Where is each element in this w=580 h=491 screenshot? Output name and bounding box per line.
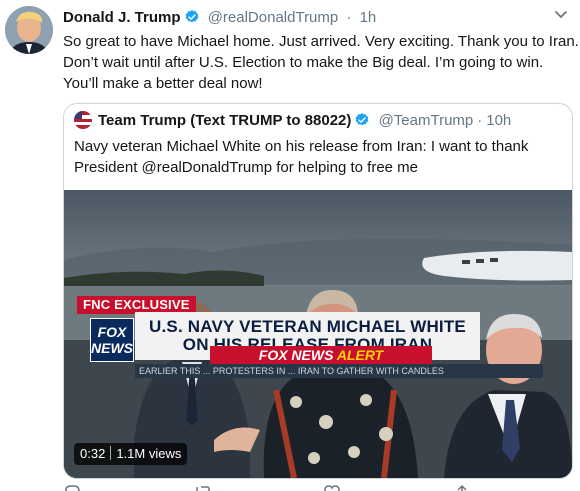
tweet-text: So great to have Michael home. Just arri… — [63, 31, 579, 94]
tweet-text-line: So great to have Michael home. Just arri… — [63, 33, 579, 50]
quoted-tweet-text: Navy veteran Michael White on his releas… — [74, 136, 564, 178]
fox-news-alert-banner: FOX NEWS ALERT — [210, 346, 432, 364]
quoted-text-line: President @realDonaldTrump for helping t… — [74, 159, 419, 176]
retweet-button[interactable] — [193, 484, 219, 491]
share-button[interactable] — [453, 484, 477, 491]
author-handle[interactable]: @realDonaldTrump — [208, 9, 339, 26]
quoted-tweet[interactable]: Team Trump (Text TRUMP to 88022) @TeamTr… — [63, 103, 573, 479]
tweet-actions — [63, 484, 563, 491]
retweet-icon — [193, 484, 219, 491]
alert-word: ALERT — [336, 347, 384, 363]
quoted-author-handle[interactable]: @TeamTrump — [379, 112, 474, 129]
fox-news-logo: FOX NEWS — [90, 318, 134, 362]
quoted-avatar — [74, 111, 92, 129]
timestamp[interactable]: 1h — [360, 9, 377, 26]
quoted-author-name[interactable]: Team Trump (Text TRUMP to 88022) — [98, 112, 351, 129]
reply-icon — [63, 484, 87, 491]
news-ticker: EARLIER THIS ... PROTESTERS IN ... IRAN … — [135, 364, 543, 378]
author-name[interactable]: Donald J. Trump — [63, 9, 181, 26]
quoted-timestamp[interactable]: 10h — [486, 112, 511, 129]
divider — [110, 446, 112, 460]
heart-icon — [323, 484, 347, 491]
separator-dot: · — [346, 9, 352, 26]
avatar[interactable] — [5, 6, 53, 54]
like-button[interactable] — [323, 484, 347, 491]
separator-dot: · — [477, 112, 483, 129]
tweet-text-line: You’ll make a better deal now! — [63, 75, 263, 92]
verified-badge-icon — [184, 9, 200, 31]
alert-prefix: FOX NEWS — [258, 347, 334, 363]
video-info-badge: 0:32 1.1M views — [74, 443, 188, 465]
chevron-down-icon[interactable] — [550, 6, 572, 24]
chyron-line: U.S. NAVY VETERAN MICHAEL WHITE — [149, 317, 466, 336]
verified-badge-icon — [354, 112, 370, 134]
quoted-tweet-header: Team Trump (Text TRUMP to 88022) @TeamTr… — [74, 111, 511, 134]
fox-logo-line: FOX — [97, 324, 127, 340]
tweet-text-line: Don’t wait until after U.S. Election to … — [63, 54, 544, 71]
quoted-text-line: Navy veteran Michael White on his releas… — [74, 138, 529, 155]
video-views: 1.1M views — [116, 446, 182, 461]
share-icon — [453, 484, 477, 491]
video-duration: 0:32 — [80, 446, 106, 461]
reply-button[interactable] — [63, 484, 87, 491]
fox-logo-line: NEWS — [91, 340, 133, 356]
tweet-header: Donald J. Trump @realDonaldTrump · 1h — [63, 8, 376, 31]
